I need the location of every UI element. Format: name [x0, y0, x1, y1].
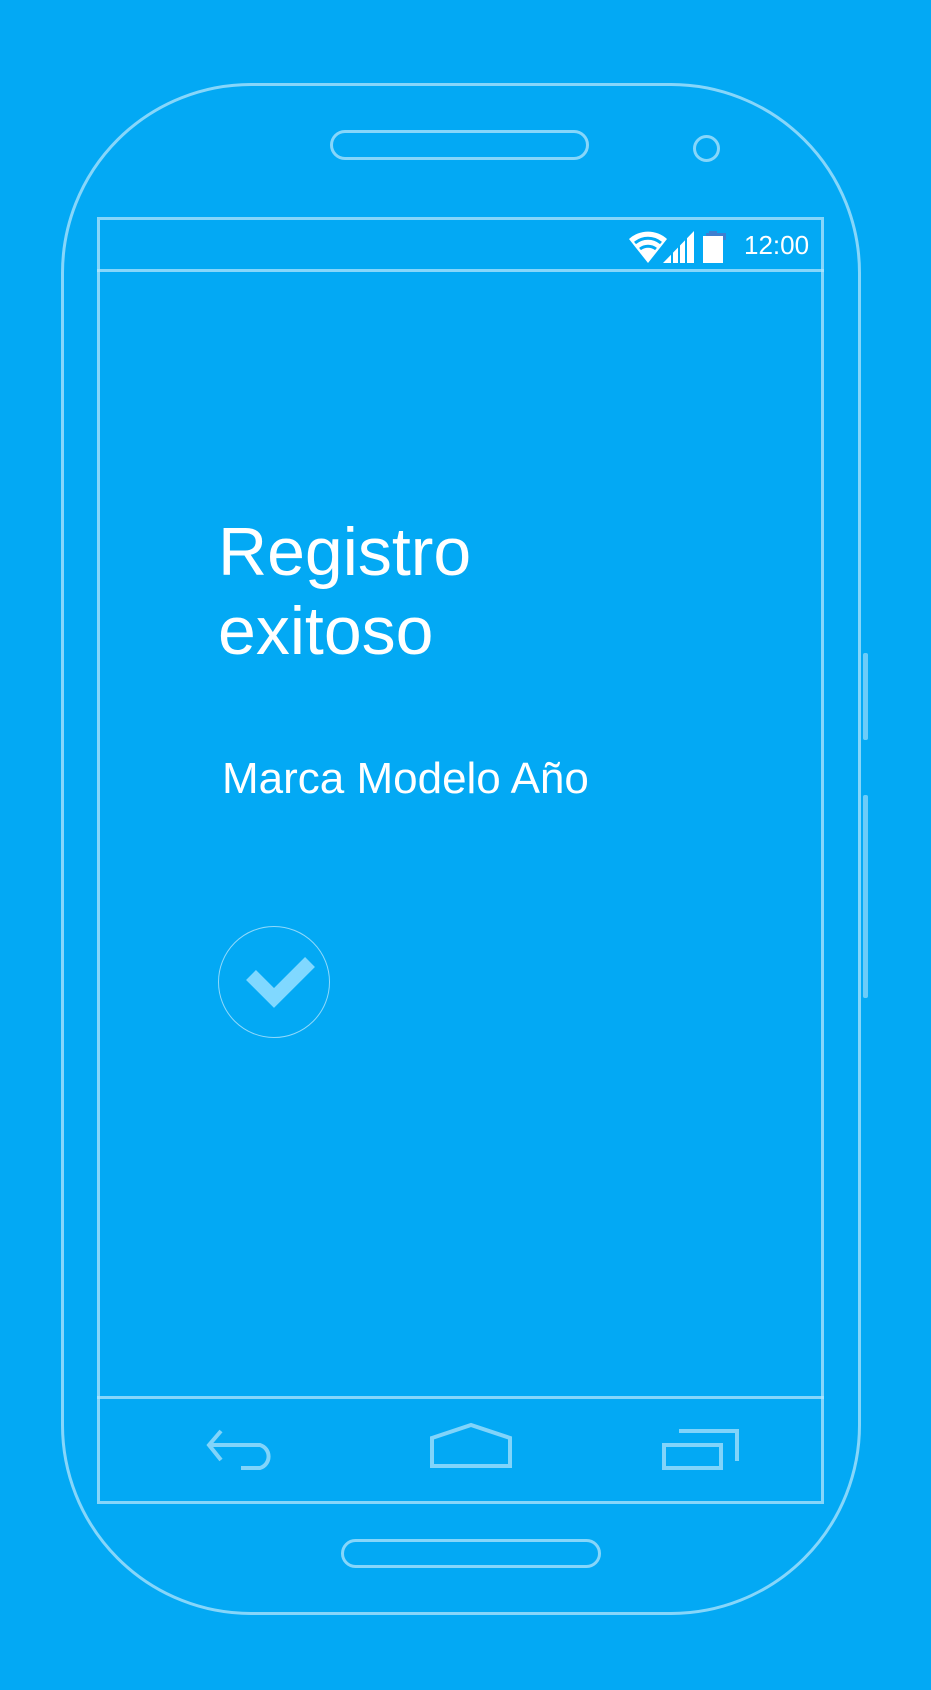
- home-icon[interactable]: [428, 1422, 514, 1470]
- back-icon[interactable]: [205, 1425, 285, 1470]
- confirm-button[interactable]: [218, 926, 330, 1038]
- earpiece-speaker: [330, 130, 589, 160]
- wifi-icon: [629, 231, 667, 263]
- signal-icon: [663, 231, 694, 264]
- battery-icon: [703, 231, 726, 263]
- volume-button[interactable]: [863, 795, 868, 998]
- screen: [97, 217, 824, 1504]
- recents-icon[interactable]: [659, 1426, 743, 1471]
- vehicle-summary: Marca Modelo Año: [222, 754, 589, 803]
- power-button[interactable]: [863, 653, 868, 740]
- page-title-line1: Registro: [218, 514, 472, 590]
- front-camera: [693, 135, 720, 162]
- nav-bar-divider: [97, 1396, 824, 1399]
- page-title-line2: exitoso: [218, 593, 434, 669]
- hardware-home-button[interactable]: [341, 1539, 601, 1568]
- check-icon: [245, 956, 315, 1008]
- status-time: 12:00: [744, 230, 810, 260]
- status-icons: [629, 231, 726, 264]
